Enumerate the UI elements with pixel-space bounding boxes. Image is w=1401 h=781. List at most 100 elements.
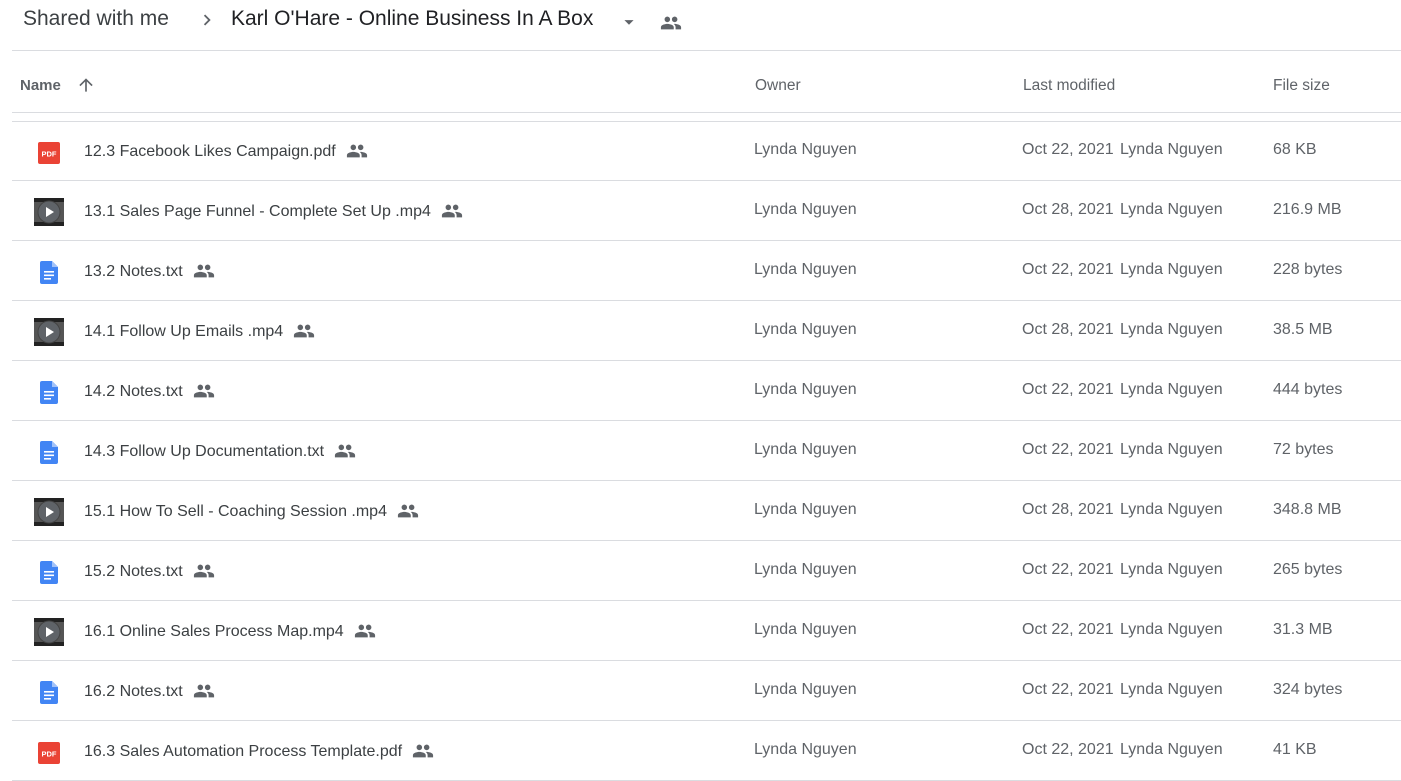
file-row[interactable]: 13.2 Notes.txt Lynda Nguyen Oct 22, 2021 Ly… bbox=[12, 241, 1401, 301]
file-modified-by: Lynda Nguyen bbox=[1120, 321, 1223, 338]
file-modified-by: Lynda Nguyen bbox=[1120, 141, 1223, 158]
file-modified-date: Oct 22, 2021 bbox=[1022, 561, 1114, 578]
file-modified-by: Lynda Nguyen bbox=[1120, 741, 1223, 758]
file-size: 68 KB bbox=[1273, 141, 1317, 158]
file-size: 41 KB bbox=[1273, 741, 1317, 758]
file-name: 16.2 Notes.txt bbox=[84, 683, 183, 700]
file-size: 444 bytes bbox=[1273, 381, 1343, 398]
column-header-last-modified[interactable]: Last modified bbox=[1023, 77, 1115, 95]
file-owner: Lynda Nguyen bbox=[754, 321, 857, 338]
file-row[interactable]: 14.1 Follow Up Emails .mp4 Lynda Nguyen Oc… bbox=[12, 301, 1401, 361]
file-modified-date: Oct 22, 2021 bbox=[1022, 141, 1114, 158]
file-modified-date: Oct 28, 2021 bbox=[1022, 321, 1114, 338]
file-modified-date: Oct 28, 2021 bbox=[1022, 201, 1114, 218]
file-name-cell: 13.2 Notes.txt bbox=[84, 261, 215, 283]
video-icon bbox=[33, 318, 65, 346]
shared-people-icon bbox=[354, 620, 376, 642]
file-modified-date: Oct 22, 2021 bbox=[1022, 681, 1114, 698]
file-name: 14.2 Notes.txt bbox=[84, 383, 183, 400]
sort-arrow-up-icon[interactable] bbox=[76, 75, 96, 95]
dropdown-arrow-icon[interactable] bbox=[618, 11, 640, 33]
file-name-cell: 16.2 Notes.txt bbox=[84, 681, 215, 703]
file-size: 265 bytes bbox=[1273, 561, 1343, 578]
file-row[interactable]: 14.3 Follow Up Documentation.txt Lynda Ng… bbox=[12, 421, 1401, 481]
file-name-cell: 12.3 Facebook Likes Campaign.pdf bbox=[84, 141, 368, 163]
file-size: 31.3 MB bbox=[1273, 621, 1333, 638]
shared-people-icon bbox=[334, 440, 356, 462]
shared-people-icon bbox=[397, 500, 419, 522]
file-name: 12.3 Facebook Likes Campaign.pdf bbox=[84, 143, 336, 160]
file-owner: Lynda Nguyen bbox=[754, 261, 857, 278]
file-modified-by: Lynda Nguyen bbox=[1120, 621, 1223, 638]
file-modified-by: Lynda Nguyen bbox=[1120, 561, 1223, 578]
file-owner: Lynda Nguyen bbox=[754, 381, 857, 398]
column-header-row: Name Owner Last modified File size bbox=[12, 51, 1401, 113]
file-row[interactable]: PDF 12.3 Facebook Likes Campaign.pdf Lynda… bbox=[12, 121, 1401, 181]
shared-people-icon bbox=[193, 680, 215, 702]
file-row[interactable]: 15.2 Notes.txt Lynda Nguyen Oct 22, 2021 Ly… bbox=[12, 541, 1401, 601]
file-row[interactable]: 14.2 Notes.txt Lynda Nguyen Oct 22, 2021 Ly… bbox=[12, 361, 1401, 421]
document-icon bbox=[33, 558, 65, 586]
file-modified-by: Lynda Nguyen bbox=[1120, 681, 1223, 698]
shared-people-icon bbox=[441, 200, 463, 222]
video-icon bbox=[33, 198, 65, 226]
file-name-cell: 14.1 Follow Up Emails .mp4 bbox=[84, 321, 315, 343]
file-list: PDF 12.3 Facebook Likes Campaign.pdf Lynda… bbox=[12, 121, 1401, 781]
shared-people-icon bbox=[346, 140, 368, 162]
file-name-cell: 14.3 Follow Up Documentation.txt bbox=[84, 441, 356, 463]
video-icon bbox=[33, 498, 65, 526]
file-name: 16.3 Sales Automation Process Template.p… bbox=[84, 743, 403, 760]
file-modified-date: Oct 28, 2021 bbox=[1022, 501, 1114, 518]
column-header-name[interactable]: Name bbox=[20, 77, 61, 94]
file-owner: Lynda Nguyen bbox=[754, 441, 857, 458]
file-size: 324 bytes bbox=[1273, 681, 1343, 698]
document-icon bbox=[33, 378, 65, 406]
shared-people-icon[interactable] bbox=[660, 12, 682, 34]
file-modified-by: Lynda Nguyen bbox=[1120, 261, 1223, 278]
file-owner: Lynda Nguyen bbox=[754, 201, 857, 218]
shared-people-icon bbox=[193, 560, 215, 582]
file-modified-by: Lynda Nguyen bbox=[1120, 381, 1223, 398]
column-header-file-size[interactable]: File size bbox=[1273, 77, 1330, 95]
file-name-cell: 13.1 Sales Page Funnel - Complete Set Up… bbox=[84, 201, 463, 223]
file-modified-date: Oct 22, 2021 bbox=[1022, 741, 1114, 758]
document-icon bbox=[33, 258, 65, 286]
file-size: 228 bytes bbox=[1273, 261, 1343, 278]
pdf-icon: PDF bbox=[33, 738, 65, 766]
breadcrumb: Shared with me Karl O'Hare - Online Busi… bbox=[0, 0, 1401, 42]
shared-people-icon bbox=[293, 320, 315, 342]
pdf-icon: PDF bbox=[33, 138, 65, 166]
file-row[interactable]: 16.2 Notes.txt Lynda Nguyen Oct 22, 2021 Ly… bbox=[12, 661, 1401, 721]
svg-text:PDF: PDF bbox=[42, 150, 57, 159]
shared-people-icon bbox=[193, 260, 215, 282]
file-owner: Lynda Nguyen bbox=[754, 561, 857, 578]
file-modified-date: Oct 22, 2021 bbox=[1022, 261, 1114, 278]
file-name: 13.1 Sales Page Funnel - Complete Set Up… bbox=[84, 203, 431, 220]
file-modified-by: Lynda Nguyen bbox=[1120, 501, 1223, 518]
file-name: 16.1 Online Sales Process Map.mp4 bbox=[84, 623, 344, 640]
document-icon bbox=[33, 678, 65, 706]
file-name: 14.3 Follow Up Documentation.txt bbox=[84, 443, 325, 460]
file-row[interactable]: PDF 16.3 Sales Automation Process Templat… bbox=[12, 721, 1401, 781]
file-size: 38.5 MB bbox=[1273, 321, 1333, 338]
chevron-right-icon bbox=[196, 9, 218, 31]
file-name-cell: 16.3 Sales Automation Process Template.p… bbox=[84, 741, 434, 763]
file-row[interactable]: 13.1 Sales Page Funnel - Complete Set Up… bbox=[12, 181, 1401, 241]
file-modified-by: Lynda Nguyen bbox=[1120, 201, 1223, 218]
column-header-owner[interactable]: Owner bbox=[755, 77, 801, 95]
file-name: 14.1 Follow Up Emails .mp4 bbox=[84, 323, 284, 340]
file-name: 15.2 Notes.txt bbox=[84, 563, 183, 580]
document-icon bbox=[33, 438, 65, 466]
file-owner: Lynda Nguyen bbox=[754, 501, 857, 518]
breadcrumb-current-folder[interactable]: Karl O'Hare - Online Business In A Box bbox=[231, 7, 593, 31]
file-name: 15.1 How To Sell - Coaching Session .mp4 bbox=[84, 503, 387, 520]
file-modified-date: Oct 22, 2021 bbox=[1022, 441, 1114, 458]
shared-people-icon bbox=[412, 740, 434, 762]
file-row[interactable]: 16.1 Online Sales Process Map.mp4 Lynda N… bbox=[12, 601, 1401, 661]
file-name-cell: 15.1 How To Sell - Coaching Session .mp4 bbox=[84, 501, 419, 523]
breadcrumb-shared-with-me[interactable]: Shared with me bbox=[23, 7, 169, 31]
file-owner: Lynda Nguyen bbox=[754, 621, 857, 638]
file-name-cell: 16.1 Online Sales Process Map.mp4 bbox=[84, 621, 376, 643]
file-name: 13.2 Notes.txt bbox=[84, 263, 183, 280]
file-row[interactable]: 15.1 How To Sell - Coaching Session .mp4… bbox=[12, 481, 1401, 541]
